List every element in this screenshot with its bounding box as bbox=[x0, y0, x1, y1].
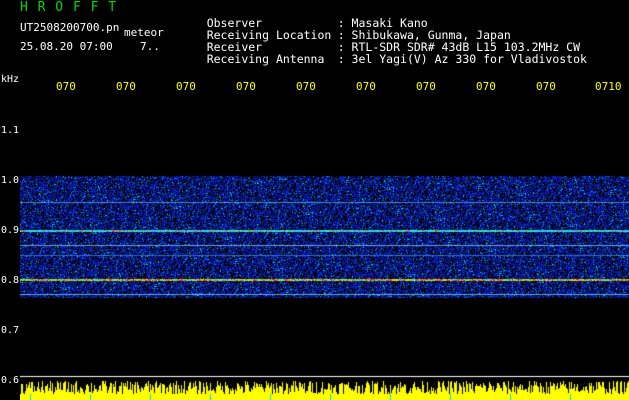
info-value: : 3el Yagi(V) Az 330 for Vladivostok bbox=[337, 51, 587, 66]
frequency-unit: kHz bbox=[1, 74, 20, 85]
info-label: Receiving Antenna bbox=[206, 51, 325, 66]
time-tick: 070 bbox=[176, 80, 196, 93]
time-tick: 0710 bbox=[595, 80, 622, 93]
frequency-tick: 1.0 bbox=[1, 175, 20, 186]
datetime-trail: 7.. bbox=[140, 40, 160, 53]
observation-type: meteor bbox=[124, 26, 164, 39]
frequency-tick: 0.9 bbox=[1, 225, 20, 236]
frequency-tick: 0.8 bbox=[1, 275, 20, 286]
observation-datetime: 25.08.20 07:00 bbox=[20, 40, 113, 53]
spectrogram-plot bbox=[20, 98, 629, 400]
time-tick: 070 bbox=[356, 80, 376, 93]
time-tick: 070 bbox=[416, 80, 436, 93]
spectrogram-window: H R O F F T UT2508200700.pn meteor 25.08… bbox=[0, 0, 629, 400]
frequency-tick: 0.7 bbox=[1, 325, 20, 336]
time-tick: 070 bbox=[476, 80, 496, 93]
time-tick: 070 bbox=[56, 80, 76, 93]
frequency-tick: 1.1 bbox=[1, 125, 20, 136]
time-tick: 070 bbox=[296, 80, 316, 93]
time-tick: 070 bbox=[116, 80, 136, 93]
frequency-tick: 0.6 bbox=[1, 375, 20, 386]
time-tick: 070 bbox=[536, 80, 556, 93]
info-row-antenna: Receiving Antenna : 3el Yagi(V) Az 330 fo… bbox=[179, 42, 587, 77]
station-title: H R O F F T bbox=[20, 0, 118, 15]
file-name: UT2508200700.pn bbox=[20, 21, 120, 34]
time-tick: 070 bbox=[236, 80, 256, 93]
